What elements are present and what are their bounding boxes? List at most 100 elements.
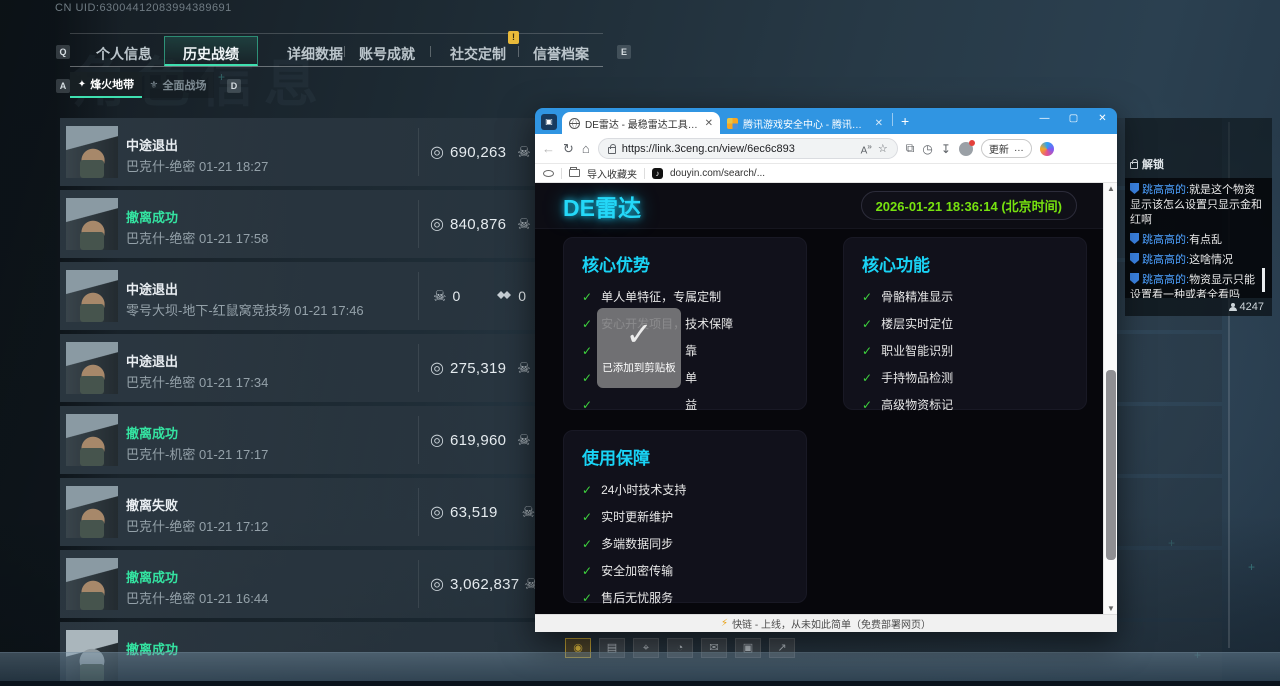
tab-social-custom[interactable]: 社交定制 xyxy=(450,44,506,64)
check-icon xyxy=(582,591,592,605)
profile-avatar[interactable] xyxy=(959,142,973,156)
match-map-time: 零号大坝-地下-红鼠窝竞技场 01-21 17:46 xyxy=(126,300,364,319)
card-functions: 核心功能 骨骼精准显示 楼层实时定位 职业智能识别 手持物品检测 高级物资标记 xyxy=(843,237,1087,410)
new-tab-button[interactable]: + xyxy=(901,113,909,129)
unlock-row[interactable]: 解锁 xyxy=(1130,156,1164,172)
card-title: 使用保障 xyxy=(582,444,788,469)
check-icon xyxy=(582,398,592,412)
bookmarks-bar: 导入收藏夹 ♪ douyin.com/search/... xyxy=(535,164,1117,183)
row-divider xyxy=(418,200,419,248)
card-item: 手持物品检测 xyxy=(862,369,1068,386)
check-icon xyxy=(582,483,592,497)
match-stats: 0 0 xyxy=(430,262,526,330)
bookmark-import[interactable]: 导入收藏夹 xyxy=(587,166,637,181)
skull-icon xyxy=(433,287,446,306)
match-status: 撤离成功 xyxy=(126,423,178,442)
avatar xyxy=(66,270,118,322)
subtab-warfare[interactable]: ⚜ 全面战场 xyxy=(142,72,214,98)
shield-icon xyxy=(1130,233,1139,244)
history-icon[interactable]: ◷ xyxy=(922,142,932,156)
browser-window: ▣ DE雷达 - 最稳雷达工具 实力开发 ✕ 腾讯游戏安全中心 - 腾讯游戏 ✕… xyxy=(535,108,1117,632)
currency-icon xyxy=(430,430,444,450)
home-button[interactable]: ⌂ xyxy=(582,141,590,156)
workspaces-icon[interactable]: ▣ xyxy=(541,114,557,130)
card-item: 24小时技术支持 xyxy=(582,481,788,498)
bookmark-douyin[interactable]: douyin.com/search/... xyxy=(670,168,765,179)
check-icon xyxy=(862,398,872,412)
tab-achievements[interactable]: 账号成就 xyxy=(359,44,415,64)
match-status: 撤离成功 xyxy=(126,207,178,226)
match-status: 中途退出 xyxy=(126,279,178,298)
tab-separator xyxy=(344,46,345,57)
tab-search-icon[interactable] xyxy=(543,170,554,177)
match-money: 619,960 xyxy=(450,432,506,449)
subtab-hazard-operation[interactable]: ✦ 烽火地带 xyxy=(70,72,142,98)
beijing-time: 2026-01-21 18:36:14 (北京时间) xyxy=(861,191,1077,220)
tab-detailed-stats[interactable]: 详细数据 xyxy=(287,44,343,64)
favorite-star-icon[interactable]: ☆ xyxy=(878,142,888,155)
hotkey-q-badge: Q xyxy=(56,45,70,59)
check-icon xyxy=(862,371,872,385)
back-button[interactable]: ← xyxy=(542,141,555,156)
browser-titlebar[interactable]: ▣ DE雷达 - 最稳雷达工具 实力开发 ✕ 腾讯游戏安全中心 - 腾讯游戏 ✕… xyxy=(535,108,1117,134)
chat-panel: 解锁 跳高高的:就是这个物资显示该怎么设置只显示金和红啊 跳高高的:有点乱 跳高… xyxy=(1125,118,1272,316)
copilot-icon[interactable] xyxy=(1040,142,1054,156)
row-divider xyxy=(418,488,419,536)
match-stats: 275,319 9 xyxy=(430,334,545,402)
check-icon xyxy=(582,371,592,385)
read-aloud-icon[interactable]: A» xyxy=(861,141,872,156)
browser-tab-active[interactable]: DE雷达 - 最稳雷达工具 实力开发 ✕ xyxy=(562,112,720,134)
hotkey-e-badge: E xyxy=(617,45,631,59)
chat-scrollbar[interactable] xyxy=(1262,268,1265,292)
scroll-down-arrow[interactable]: ▼ xyxy=(1104,604,1117,613)
close-tab-icon[interactable]: ✕ xyxy=(705,118,713,129)
page-scrollbar[interactable]: ▲ ▼ xyxy=(1103,183,1117,614)
tab-match-history[interactable]: 历史战绩 xyxy=(183,44,239,64)
tab-personal-info[interactable]: 个人信息 xyxy=(96,44,152,64)
check-icon xyxy=(582,537,592,551)
match-map-time: 巴克什-绝密 01-21 17:12 xyxy=(126,516,268,535)
refresh-button[interactable]: ↻ xyxy=(563,141,574,157)
minimize-button[interactable]: — xyxy=(1030,108,1059,130)
address-bar[interactable]: https://link.3ceng.cn/view/6ec6c893 A» ☆ xyxy=(598,138,898,159)
match-map-time: 巴克什-绝密 01-21 18:27 xyxy=(126,156,268,175)
alert-badge: ! xyxy=(508,31,519,44)
close-button[interactable]: ✕ xyxy=(1088,108,1117,130)
update-button[interactable]: 更新 … xyxy=(981,139,1032,158)
toast-message: 已添加到剪贴板 xyxy=(597,360,681,375)
scroll-up-arrow[interactable]: ▲ xyxy=(1104,184,1117,193)
match-stats: 63,519 0 xyxy=(430,478,549,546)
hosting-footer[interactable]: ⚡ 快链 - 上线，从未如此简单（免费部署网页） xyxy=(535,614,1117,632)
tab-reputation[interactable]: 信誉档案 xyxy=(533,44,589,64)
check-icon xyxy=(862,317,872,331)
handshake-icon xyxy=(496,290,512,302)
match-assists: 0 xyxy=(518,288,526,304)
currency-icon xyxy=(430,502,444,522)
chat-message: 跳高高的:物资显示只能设置看一种或者全看吗 xyxy=(1130,273,1262,298)
scroll-thumb[interactable] xyxy=(1106,370,1116,560)
page-content: DE雷达 2026-01-21 18:36:14 (北京时间) 核心优势 单人单… xyxy=(535,183,1117,614)
skull-icon xyxy=(517,143,530,162)
tab-divider xyxy=(892,113,893,126)
match-money: 63,519 xyxy=(450,504,498,521)
toast-check-icon: ✓ xyxy=(597,308,681,360)
url-text[interactable]: https://link.3ceng.cn/view/6ec6c893 xyxy=(622,143,855,155)
clipboard-toast: ✓ 已添加到剪贴板 xyxy=(597,308,681,388)
card-guarantees: 使用保障 24小时技术支持 实时更新维护 多端数据同步 安全加密传输 售后无忧服… xyxy=(563,430,807,603)
match-map-time: 巴克什-绝密 01-21 16:44 xyxy=(126,588,268,607)
downloads-icon[interactable]: ↧ xyxy=(941,142,951,156)
online-count: 4247 xyxy=(1240,301,1264,313)
match-map-time: 巴克什-绝密 01-21 17:58 xyxy=(126,228,268,247)
match-kills: 0 xyxy=(452,288,460,304)
more-menu-icon[interactable]: … xyxy=(1014,143,1024,154)
card-title: 核心功能 xyxy=(862,251,1068,276)
page-title: DE雷达 xyxy=(563,189,641,223)
tencent-favicon xyxy=(727,118,738,129)
close-tab-icon[interactable]: ✕ xyxy=(875,118,883,129)
maximize-button[interactable]: ▢ xyxy=(1059,108,1088,130)
split-screen-icon[interactable]: ⧉ xyxy=(906,141,915,156)
row-divider xyxy=(418,344,419,392)
browser-tab-inactive[interactable]: 腾讯游戏安全中心 - 腾讯游戏 ✕ xyxy=(720,112,890,134)
match-stats: 840,876 3 xyxy=(430,190,545,258)
hotkey-a-badge: A xyxy=(56,79,70,93)
